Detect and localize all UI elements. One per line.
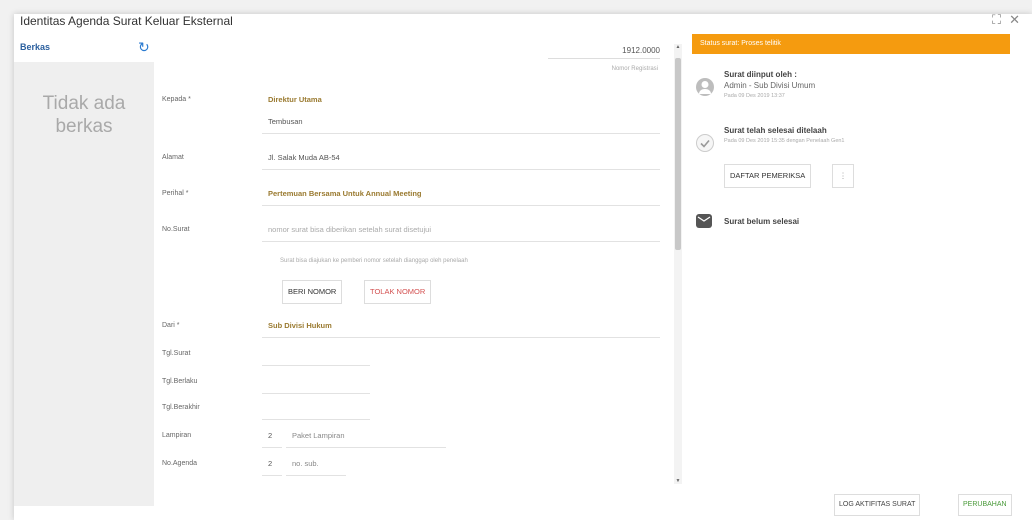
- log-aktifitas-button[interactable]: LOG AKTIFITAS SURAT: [834, 494, 921, 516]
- lampiran-type[interactable]: Paket Lampiran: [292, 431, 345, 440]
- step-unfinished: Surat belum selesai: [696, 212, 1008, 236]
- files-panel: Tidak ada berkas: [14, 62, 154, 506]
- lampiran-label: Lampiran: [162, 432, 192, 439]
- beri-nomor-button[interactable]: BERI NOMOR: [282, 280, 343, 304]
- agenda-sub[interactable]: no. sub.: [292, 459, 319, 468]
- daftar-pemeriksa-button[interactable]: DAFTAR PEMERIKSA: [724, 164, 812, 188]
- tglberlaku-row: Tgl.Berlaku: [162, 374, 662, 394]
- perihal-row: Perihal * Pertemuan Bersama Untuk Annual…: [162, 186, 662, 206]
- refresh-icon[interactable]: ↻: [138, 39, 150, 56]
- step1-time: Pada 09 Des 2019 13:37: [724, 93, 785, 99]
- form-scrollbar[interactable]: ▲ ▼: [674, 44, 682, 484]
- step2-title: Surat telah selesai ditelaah: [724, 126, 827, 135]
- check-icon: [696, 134, 714, 152]
- tglsurat-label: Tgl.Surat: [162, 350, 191, 357]
- files-header: Berkas ↻: [14, 39, 154, 62]
- kepada-value[interactable]: Direktur Utama: [268, 95, 322, 104]
- step1-title: Surat diinput oleh :: [724, 70, 797, 79]
- files-label: Berkas: [20, 42, 51, 52]
- step2-time: Pada 09 Des 2019 15:35 dengan Penelaah G…: [724, 138, 845, 144]
- alamat-value[interactable]: Jl. Salak Muda AB-54: [268, 153, 340, 162]
- tembusan-value[interactable]: Tembusan: [268, 117, 303, 126]
- tglberakhir-label: Tgl.Berakhir: [162, 404, 200, 411]
- dari-label: Dari *: [162, 322, 180, 329]
- letter-form: 1912.0000 Nomor Registrasi Kepada * Dire…: [156, 42, 668, 482]
- scroll-thumb[interactable]: [675, 58, 681, 250]
- alamat-row: Alamat Jl. Salak Muda AB-54: [162, 150, 662, 170]
- dari-value[interactable]: Sub Divisi Hukum: [268, 321, 332, 330]
- expand-icon[interactable]: ⛶: [992, 12, 1001, 28]
- nosurat-row: No.Surat nomor surat bisa diberikan sete…: [162, 222, 662, 242]
- tglberlaku-label: Tgl.Berlaku: [162, 378, 198, 385]
- tglsurat-row: Tgl.Surat: [162, 346, 662, 366]
- agenda-row: No.Agenda 2 no. sub.: [162, 456, 662, 476]
- agenda-label: No.Agenda: [162, 460, 198, 467]
- step-reviewed: Surat telah selesai ditelaah Pada 09 Des…: [696, 126, 1008, 156]
- tglsurat-input[interactable]: [262, 365, 370, 366]
- files-empty-text: Tidak ada berkas: [42, 93, 126, 137]
- nosurat-input[interactable]: nomor surat bisa diberikan setelah surat…: [268, 225, 431, 234]
- agenda-number[interactable]: 2: [268, 459, 272, 468]
- user-icon: [696, 78, 714, 96]
- nosurat-label: No.Surat: [162, 226, 190, 233]
- tglberlaku-input[interactable]: [262, 393, 370, 394]
- tembusan-row: Tembusan: [162, 114, 662, 134]
- dari-row: Dari * Sub Divisi Hukum: [162, 318, 662, 338]
- tglberakhir-input[interactable]: [262, 419, 370, 420]
- reg-number[interactable]: 1912.0000: [548, 46, 660, 59]
- step-input: Surat diinput oleh : Admin - Sub Divisi …: [696, 70, 1008, 110]
- lampiran-row: Lampiran 2 Paket Lampiran: [162, 428, 662, 448]
- reg-label: Nomor Registrasi: [611, 66, 658, 72]
- perihal-label: Perihal *: [162, 190, 189, 197]
- lampiran-count[interactable]: 2: [268, 431, 272, 440]
- step3-title: Surat belum selesai: [724, 217, 800, 226]
- scroll-up-icon[interactable]: ▲: [674, 44, 682, 50]
- mail-icon: [696, 214, 712, 228]
- perubahan-button[interactable]: PERUBAHAN: [958, 494, 1012, 516]
- kepada-row: Kepada * Direktur Utama: [162, 92, 662, 112]
- tolak-nomor-button[interactable]: TOLAK NOMOR: [364, 280, 432, 304]
- kepada-label: Kepada *: [162, 96, 191, 103]
- tglberakhir-row: Tgl.Berakhir: [162, 400, 662, 420]
- more-vert-icon[interactable]: ⋮: [832, 164, 854, 188]
- step1-user: Admin - Sub Divisi Umum: [724, 81, 816, 90]
- status-bar: Status surat: Proses telitik: [692, 34, 1010, 54]
- dialog-title: Identitas Agenda Surat Keluar Eksternal: [20, 14, 233, 28]
- perihal-value[interactable]: Pertemuan Bersama Untuk Annual Meeting: [268, 189, 422, 198]
- window-controls: ⛶ ✕: [992, 12, 1020, 28]
- close-icon[interactable]: ✕: [1009, 12, 1020, 28]
- scroll-down-icon[interactable]: ▼: [674, 478, 682, 484]
- alamat-label: Alamat: [162, 154, 184, 161]
- nosurat-hint: Surat bisa diajukan ke pemberi nomor set…: [280, 258, 468, 264]
